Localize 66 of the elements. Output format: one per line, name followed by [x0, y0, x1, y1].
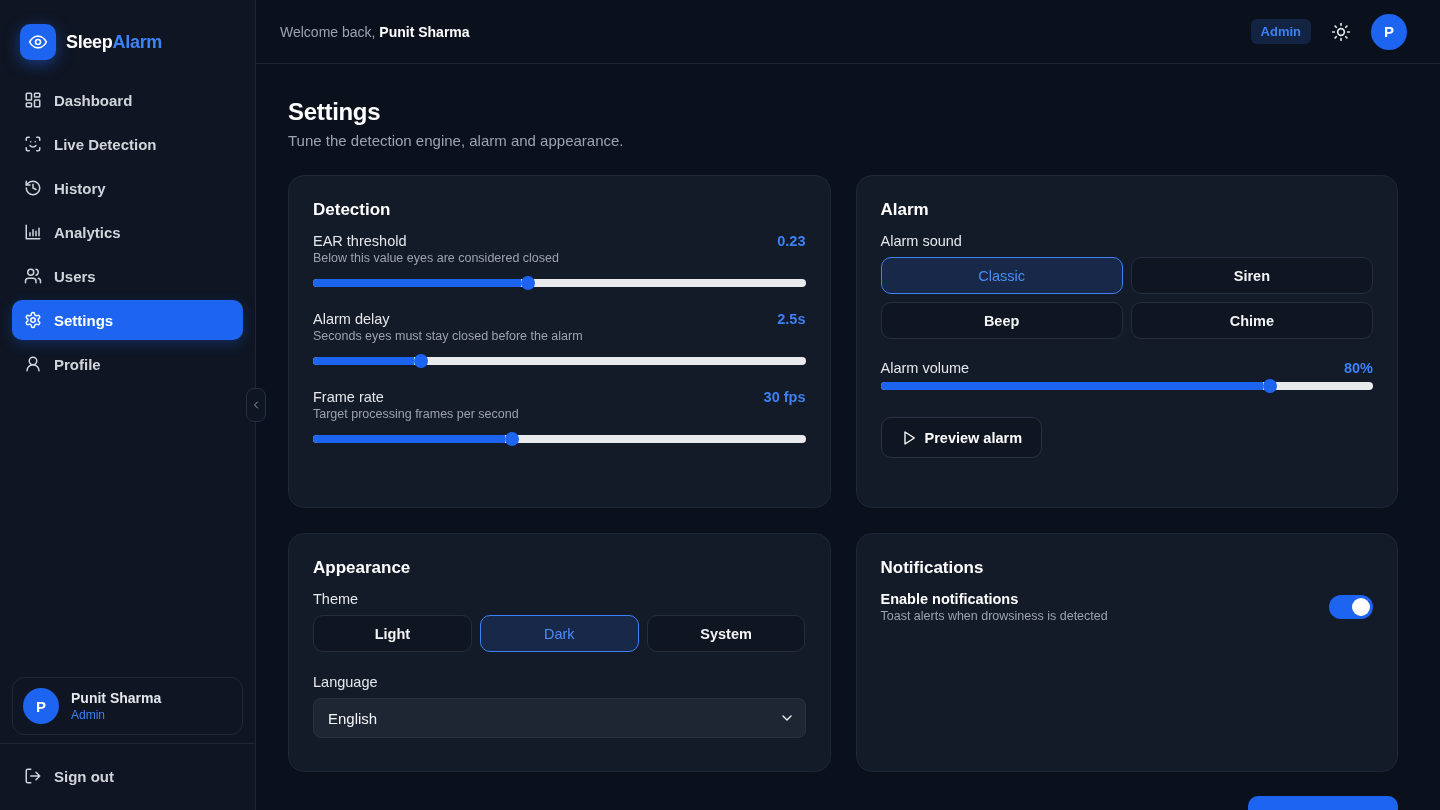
field-label: Language: [313, 674, 379, 690]
page-title: Settings: [288, 98, 382, 126]
option-button[interactable]: System: [646, 615, 806, 652]
slider-hint: Below this value eyes are considered closed: [313, 251, 560, 265]
nav-item[interactable]: Analytics: [12, 212, 243, 252]
slider-thumb[interactable]: [1262, 379, 1277, 393]
slider-label: Frame rate: [313, 389, 384, 405]
toggle-label: Enable notifications: [880, 591, 1020, 607]
avatar[interactable]: P: [1371, 13, 1407, 50]
option-button[interactable]: Light: [313, 615, 472, 652]
sign-out-icon: [24, 767, 42, 785]
field-label: Alarm sound: [880, 233, 963, 249]
slider-track[interactable]: [880, 382, 1373, 390]
card-title: Appearance: [313, 558, 412, 578]
slider-thumb[interactable]: [504, 432, 519, 446]
slider-track[interactable]: [313, 279, 806, 287]
dashboard-icon: [24, 91, 42, 109]
nav-item[interactable]: Profile: [12, 344, 243, 384]
option-button[interactable]: Classic: [880, 257, 1123, 294]
field-label: Theme: [313, 591, 360, 607]
slider-thumb[interactable]: [520, 276, 535, 290]
theme-toggle-button[interactable]: [1331, 21, 1351, 42]
settings-icon: [24, 311, 42, 329]
slider-value: 80%: [1343, 360, 1373, 376]
nav-item[interactable]: Settings: [12, 300, 243, 340]
toggle-hint: Toast alerts when drowsiness is detected: [880, 609, 1108, 623]
avatar: P: [23, 688, 59, 724]
page-subtitle: Tune the detection engine, alarm and appearance.: [288, 132, 625, 149]
slider-label: EAR threshold: [313, 233, 407, 249]
preview-button[interactable]: Preview alarm: [880, 417, 1043, 458]
bar-chart-icon: [24, 223, 42, 241]
slider-label: Alarm volume: [880, 360, 970, 376]
sun-icon: [1331, 21, 1351, 42]
slider-hint: Target processing frames per second: [313, 407, 520, 421]
nav-item[interactable]: Users: [12, 256, 243, 296]
sign-out-link[interactable]: Sign out: [12, 756, 243, 796]
user-role: Admin: [71, 708, 106, 722]
person-icon: [24, 355, 42, 373]
option-button[interactable]: Dark: [479, 615, 639, 652]
slider-track[interactable]: [313, 435, 806, 443]
toggle-switch[interactable]: [1329, 595, 1373, 619]
nav-item[interactable]: Dashboard: [12, 80, 243, 120]
slider-thumb[interactable]: [413, 354, 428, 368]
option-button[interactable]: Beep: [880, 302, 1123, 339]
slider-value: 2.5s: [777, 311, 806, 327]
card-title: Detection: [313, 200, 392, 220]
role-badge: Admin: [1250, 19, 1311, 44]
history-icon: [24, 179, 42, 197]
slider-label: Alarm delay: [313, 311, 390, 327]
nav-item[interactable]: History: [12, 168, 243, 208]
option-button[interactable]: Siren: [1130, 257, 1373, 294]
option-button[interactable]: Chime: [1130, 302, 1373, 339]
card-title: Alarm: [880, 200, 930, 220]
nav-item[interactable]: Live Detection: [12, 124, 243, 164]
face-scan-icon: [24, 135, 42, 153]
language-select[interactable]: English: [313, 698, 806, 738]
slider-value: 30 fps: [763, 389, 806, 405]
eye-icon: [28, 32, 48, 52]
brand-name: SleepAlarm: [66, 31, 163, 53]
card-title: Notifications: [880, 558, 985, 578]
welcome-text: Welcome back, Punit Sharma: [280, 23, 471, 40]
slider-value: 0.23: [777, 233, 806, 249]
slider-hint: Seconds eyes must stay closed before the alarm: [313, 329, 584, 343]
slider-track[interactable]: [313, 357, 806, 365]
user-name: Punit Sharma: [71, 690, 162, 706]
users-icon: [24, 267, 42, 285]
